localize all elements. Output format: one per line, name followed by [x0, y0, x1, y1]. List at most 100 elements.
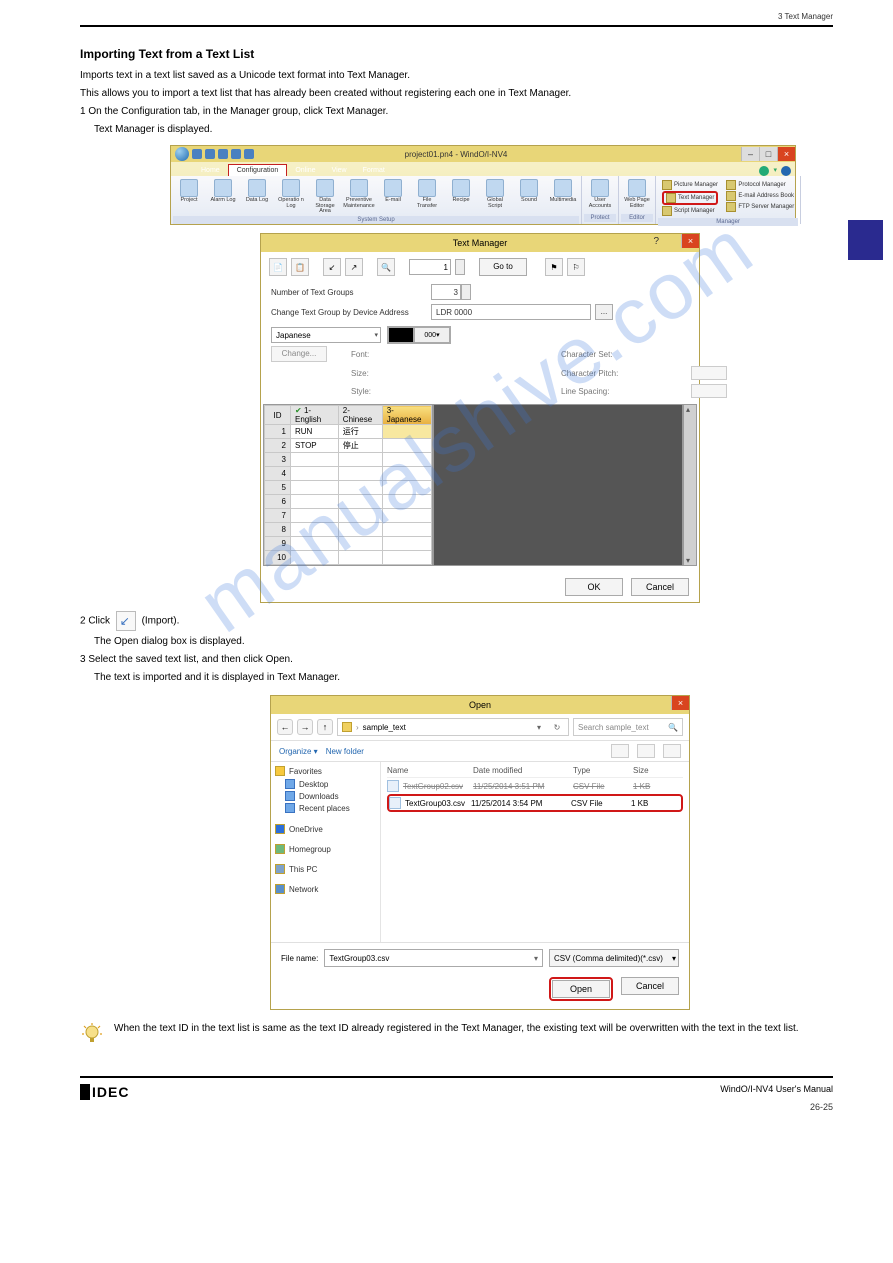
sidebar-homegroup[interactable]: Homegroup [275, 844, 376, 854]
sidebar-thispc[interactable]: This PC [275, 864, 376, 874]
help-icon[interactable]: ? [653, 236, 659, 247]
help-icon[interactable] [759, 166, 769, 176]
filename-input[interactable]: TextGroup03.csv▾ [324, 949, 543, 967]
sidebar-network[interactable]: Network [275, 884, 376, 894]
breadcrumb-item[interactable]: sample_text [363, 723, 406, 732]
email-address-book-button[interactable]: E-mail Address Book [726, 191, 794, 201]
preventive-button[interactable]: Preventive Maintenance [343, 178, 375, 210]
goto-spinner[interactable] [455, 259, 465, 275]
help-button[interactable] [663, 744, 681, 758]
tab-home[interactable]: Home [193, 165, 228, 176]
qat-icon[interactable] [192, 149, 202, 159]
import-icon[interactable]: ↙ [323, 258, 341, 276]
qat-icon[interactable] [244, 149, 254, 159]
export-icon[interactable]: ↗ [345, 258, 363, 276]
qat-icon[interactable] [205, 149, 215, 159]
breadcrumb[interactable]: › sample_text ▾ ↻ [337, 718, 569, 736]
organize-button[interactable]: Organize ▾ [279, 747, 318, 756]
find-unused-icon[interactable]: ⚐ [567, 258, 585, 276]
email-button[interactable]: E-mail [377, 178, 409, 205]
ok-button[interactable]: OK [565, 578, 623, 596]
breadcrumb-drop-icon[interactable]: ▾ [532, 723, 546, 732]
col-size[interactable]: Size [633, 766, 683, 775]
col-english[interactable]: ✔ 1-English [291, 406, 339, 425]
data-storage-icon [316, 179, 334, 197]
view-mode-button[interactable] [611, 744, 629, 758]
tm-close-button[interactable]: × [681, 234, 699, 248]
sound-button[interactable]: Sound [513, 178, 545, 205]
num-groups-value[interactable]: 3 [431, 284, 461, 300]
device-address-input[interactable]: LDR 0000 [431, 304, 591, 320]
nav-back-button[interactable]: ← [277, 719, 293, 735]
help2-icon[interactable] [781, 166, 791, 176]
protocol-manager-button[interactable]: Protocol Manager [726, 180, 794, 190]
open-close-button[interactable]: × [671, 696, 689, 710]
refresh-icon[interactable]: ↻ [550, 723, 564, 732]
sidebar-desktop[interactable]: Desktop [275, 778, 376, 790]
linespacing-spin[interactable] [691, 384, 727, 398]
ftp-manager-button[interactable]: FTP Server Manager [726, 202, 794, 212]
filetype-combo[interactable]: CSV (Comma delimited)(*.csv) [549, 949, 679, 967]
file-transfer-button[interactable]: File Transfer [411, 178, 443, 210]
minimize-button[interactable]: – [741, 147, 759, 161]
newfolder-button[interactable]: New folder [326, 747, 364, 756]
file-row-selected[interactable]: TextGroup03.csv 11/25/2014 3:54 PM CSV F… [387, 794, 683, 812]
color-swatch[interactable] [388, 327, 414, 343]
num-groups-spinner[interactable] [461, 284, 471, 300]
open-cancel-button[interactable]: Cancel [621, 977, 679, 995]
change-button[interactable]: Change... [271, 346, 327, 362]
web-page-editor-button[interactable]: Web Page Editor [621, 178, 653, 210]
charpitch-spin[interactable] [691, 366, 727, 380]
tab-configuration[interactable]: Configuration [228, 164, 288, 176]
nav-up-button[interactable]: ↑ [317, 719, 333, 735]
recipe-button[interactable]: Recipe [445, 178, 477, 205]
script-manager-button[interactable]: Script Manager [662, 206, 718, 216]
search-input[interactable]: Search sample_text 🔍 [573, 718, 683, 736]
project-button[interactable]: Project [173, 178, 205, 205]
col-chinese[interactable]: 2-Chinese [338, 406, 382, 425]
sidebar-favorites[interactable]: Favorites [275, 766, 376, 776]
user-accounts-button[interactable]: User Accounts [584, 178, 616, 210]
col-id[interactable]: ID [265, 406, 291, 425]
find-used-icon[interactable]: ⚑ [545, 258, 563, 276]
sidebar-recent[interactable]: Recent places [275, 802, 376, 814]
text-manager-button[interactable]: Text Manager [662, 191, 718, 205]
qat-icon[interactable] [218, 149, 228, 159]
device-browse-button[interactable]: ... [595, 304, 613, 320]
color-combo[interactable]: 000 ▾ [414, 327, 450, 343]
data-storage-button[interactable]: Data Storage Area [309, 178, 341, 216]
sidebar-downloads[interactable]: Downloads [275, 790, 376, 802]
open-button[interactable]: Open [552, 980, 610, 998]
help-caret-icon[interactable]: ▾ [773, 166, 777, 176]
text-table[interactable]: ID ✔ 1-English 2-Chinese 3-Japanese 1RUN… [263, 404, 433, 566]
multimedia-button[interactable]: Multimedia [547, 178, 579, 205]
col-japanese[interactable]: 3-Japanese [382, 406, 431, 425]
file-row[interactable]: TextGroup02.csv 11/25/2014 3:51 PM CSV F… [387, 778, 683, 794]
nav-forward-button[interactable]: → [297, 719, 313, 735]
alarm-log-button[interactable]: Alarm Log [207, 178, 239, 205]
picture-manager-button[interactable]: Picture Manager [662, 180, 718, 190]
find-icon[interactable]: 🔍 [377, 258, 395, 276]
maximize-button[interactable]: □ [759, 147, 777, 161]
view-mode-button[interactable] [637, 744, 655, 758]
qat-icon[interactable] [231, 149, 241, 159]
data-log-button[interactable]: Data Log [241, 178, 273, 205]
tab-format[interactable]: Format [355, 165, 393, 176]
col-date[interactable]: Date modified [473, 766, 573, 775]
tab-view[interactable]: View [324, 165, 355, 176]
paste-icon[interactable]: 📋 [291, 258, 309, 276]
sidebar-onedrive[interactable]: OneDrive [275, 824, 376, 834]
goto-value[interactable]: 1 [409, 259, 451, 275]
goto-button[interactable]: Go to [479, 258, 527, 276]
copy-icon[interactable]: 📄 [269, 258, 287, 276]
global-script-button[interactable]: Global Script [479, 178, 511, 210]
tab-online[interactable]: Online [287, 165, 323, 176]
vertical-scrollbar[interactable] [683, 404, 697, 566]
close-button[interactable]: × [777, 147, 795, 161]
col-name[interactable]: Name [387, 766, 473, 775]
app-orb-icon[interactable] [175, 147, 189, 161]
operation-log-button[interactable]: Operatio n Log [275, 178, 307, 210]
col-type[interactable]: Type [573, 766, 633, 775]
cancel-button[interactable]: Cancel [631, 578, 689, 596]
language-combo[interactable]: Japanese [271, 327, 381, 343]
